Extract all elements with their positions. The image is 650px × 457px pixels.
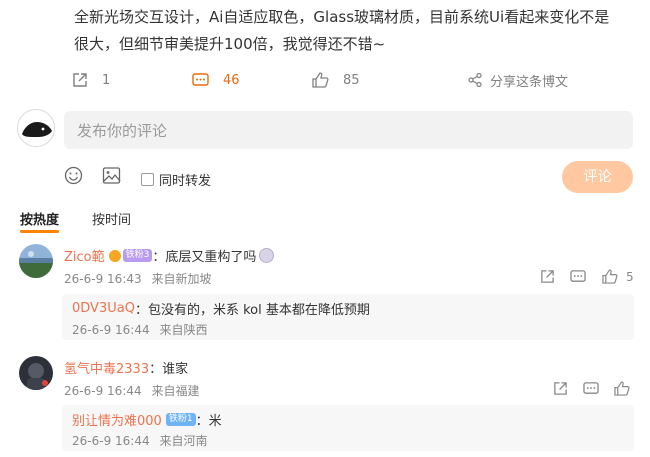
checkbox-box[interactable]: [141, 173, 154, 186]
comment-location: 来自福建: [151, 384, 200, 398]
comment-line: 氢气中毒2333 ：谁家: [64, 358, 188, 377]
comment-meta: 26-6-9 16:44 来自福建: [64, 382, 199, 399]
share-label: 分享这条博文: [490, 74, 569, 90]
active-tab-indicator: [20, 230, 60, 233]
submit-comment-button[interactable]: 评论: [562, 161, 633, 193]
repost-button[interactable]: 1: [72, 66, 110, 94]
my-avatar[interactable]: [17, 109, 55, 147]
comment-text: ：底层又重构了吗: [152, 250, 257, 265]
reply-box: 0DV3UaQ ：包没有的，米系 kol 基本都在降低预期 26-6-9 16:…: [62, 294, 634, 340]
repost-icon: [541, 270, 554, 283]
post-text-line-2: 很大，但细节审美提升100倍，我觉得还不错~: [74, 35, 386, 53]
comment-time: 26-6-9 16:44: [64, 384, 142, 398]
fan-tier-badge: 铁粉3: [122, 249, 153, 262]
reply-text: ：包没有的，米系 kol 基本都在降低预期: [134, 303, 370, 318]
comment-like-count: 5: [626, 269, 634, 284]
like-count: 85: [343, 72, 360, 88]
share-icon: [468, 73, 482, 87]
avatar[interactable]: [19, 244, 53, 278]
share-button[interactable]: 分享这条博文: [468, 66, 568, 94]
tab-sort-hot-label: 按热度: [20, 213, 60, 228]
emoji-icon[interactable]: [64, 166, 83, 189]
avatar-image: [19, 244, 53, 278]
vip-badge-icon: [108, 249, 121, 262]
repost-checkbox-label: 同时转发: [159, 174, 212, 189]
reply-time: 26-6-9 16:44: [72, 323, 150, 337]
thumbs-up-icon: [602, 269, 618, 284]
reply-meta: 26-6-9 16:44 来自河南: [72, 432, 207, 449]
post-text-line-1: 全新光场交互设计，Ai自适应取色，Glass玻璃材质，目前系统Ui看起来变化不是: [74, 8, 610, 26]
like-button[interactable]: 85: [312, 66, 360, 94]
thumbs-up-icon: [312, 72, 329, 88]
comment-reply-button[interactable]: [570, 269, 586, 284]
repost-icon: [554, 382, 567, 395]
comment-count: 46: [223, 72, 240, 88]
comment-meta: 26-6-9 16:43 来自新加坡: [64, 270, 211, 287]
reply-location: 来自陕西: [159, 323, 208, 337]
comment-icon: [192, 73, 209, 86]
comment-icon: [570, 270, 586, 282]
reply-line: 0DV3UaQ ：包没有的，米系 kol 基本都在降低预期: [72, 299, 370, 318]
reply-meta: 26-6-9 16:44 来自陕西: [72, 321, 207, 338]
comment-input[interactable]: 发布你的评论: [64, 111, 633, 149]
comment-like-button[interactable]: [614, 381, 630, 396]
composer-toolbar: 同时转发 评论: [0, 160, 650, 194]
reply-username[interactable]: 0DV3UaQ: [72, 301, 135, 316]
comment-icon: [583, 382, 599, 394]
repost-checkbox[interactable]: 同时转发: [141, 170, 211, 189]
tab-sort-hot[interactable]: 按热度: [20, 209, 60, 233]
repost-icon: [73, 73, 87, 87]
comment-like-button[interactable]: 5: [602, 269, 634, 284]
emoji-icon: [259, 248, 275, 263]
fan-tier-badge: 铁粉1: [165, 413, 196, 426]
reply-time: 26-6-9 16:44: [72, 434, 150, 448]
avatar-image: [19, 356, 53, 390]
reply-line: 别让情为难000 铁粉1 ：米: [72, 410, 222, 429]
comment-reply-button[interactable]: [583, 381, 599, 396]
repost-count: 1: [102, 72, 111, 88]
comment-username[interactable]: Zico範: [64, 246, 105, 265]
comment-location: 来自新加坡: [151, 272, 212, 286]
reply-button[interactable]: [540, 269, 555, 284]
comment-button[interactable]: 46: [192, 66, 240, 94]
reply-button[interactable]: [553, 381, 568, 396]
comment-line: Zico範 铁粉3 ：底层又重构了吗: [64, 246, 275, 265]
image-icon[interactable]: [102, 166, 121, 189]
thumbs-up-icon: [614, 381, 630, 396]
comment-username[interactable]: 氢气中毒2333: [64, 358, 149, 377]
avatar[interactable]: [19, 356, 53, 390]
post-text: 全新光场交互设计，Ai自适应取色，Glass玻璃材质，目前系统Ui看起来变化不是…: [74, 4, 634, 58]
tab-sort-time-label: 按时间: [92, 213, 132, 228]
reply-text: ：米: [195, 414, 222, 429]
comment-sort-tabs: 按热度 按时间: [0, 206, 650, 233]
comment-time: 26-6-9 16:43: [64, 272, 142, 286]
avatar-image: [18, 110, 54, 146]
reply-location: 来自河南: [159, 434, 208, 448]
reply-username[interactable]: 别让情为难000: [72, 410, 162, 429]
tab-sort-time[interactable]: 按时间: [92, 209, 131, 228]
comment-text: ：谁家: [149, 362, 189, 377]
post-action-bar: 1 46 85 分享这条博文: [0, 66, 650, 94]
reply-box: 别让情为难000 铁粉1 ：米 26-6-9 16:44 来自河南: [62, 405, 634, 451]
